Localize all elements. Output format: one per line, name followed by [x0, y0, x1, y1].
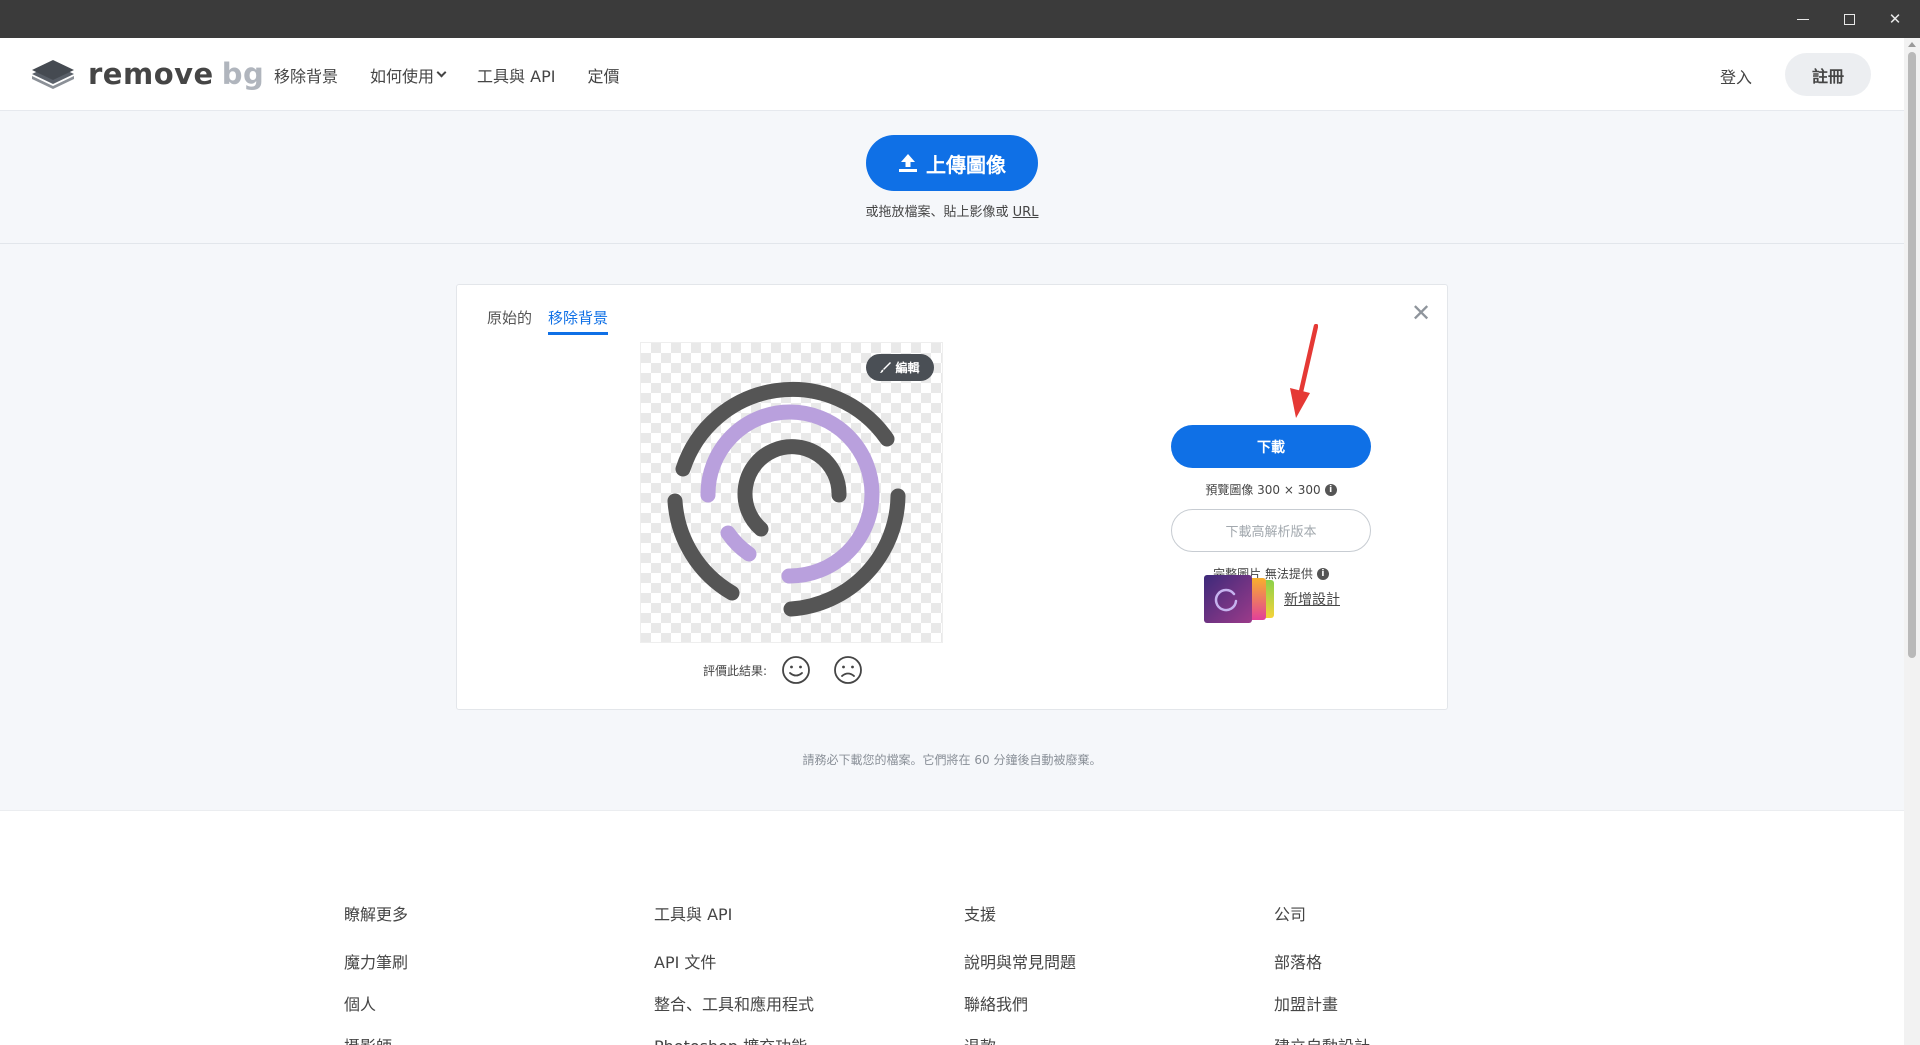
close-window-icon[interactable]: ✕	[1872, 0, 1918, 38]
page-viewport: remove bg 移除背景 如何使用 工具與 API 定價 登入 註冊 上傳圖像…	[0, 38, 1904, 1045]
nav-label: 如何使用	[370, 66, 435, 86]
download-hd-button[interactable]: 下載高解析版本	[1171, 509, 1371, 552]
site-footer: 瞭解更多 魔力筆刷 個人 攝影師 工具與 API API 文件 整合、工具和應用…	[0, 810, 1904, 1045]
upload-image-button[interactable]: 上傳圖像	[866, 135, 1038, 191]
design-thumbnail[interactable]	[1204, 575, 1276, 623]
info-icon[interactable]: i	[1324, 483, 1337, 496]
frown-icon[interactable]	[833, 655, 863, 685]
page-scrollbar[interactable]	[1904, 38, 1920, 1045]
preview-info: 預覽圖像 300 × 300 i	[1171, 481, 1371, 498]
footer-heading: 瞭解更多	[344, 905, 409, 924]
footer-link[interactable]: 魔力筆刷	[344, 949, 408, 973]
login-link[interactable]: 登入	[1720, 64, 1752, 88]
footer-link[interactable]: 個人	[344, 991, 408, 1015]
nav-pricing[interactable]: 定價	[587, 63, 619, 87]
result-tabs: 原始的 移除背景	[487, 307, 624, 335]
new-design-link[interactable]: 新增設計	[1284, 589, 1340, 609]
nav-tools-api[interactable]: 工具與 API	[477, 63, 555, 87]
rating-row: 評價此結果:	[703, 655, 885, 685]
logo-word-bg: bg	[221, 57, 265, 91]
footer-heading: 工具與 API	[654, 905, 733, 924]
download-button[interactable]: 下載	[1171, 425, 1371, 468]
url-link[interactable]: URL	[1013, 205, 1039, 220]
preview-info-text: 預覽圖像 300 × 300	[1205, 483, 1321, 497]
footer-column-learn-more: 瞭解更多 魔力筆刷 個人 攝影師	[344, 901, 408, 1045]
footer-link[interactable]: 聯絡我們	[964, 991, 1076, 1015]
edit-label: 編輯	[895, 361, 920, 375]
logo[interactable]: remove bg	[30, 56, 264, 92]
footer-link[interactable]: 加盟計畫	[1274, 991, 1370, 1015]
footer-link[interactable]: Photoshop 擴充功能	[654, 1033, 814, 1045]
nav-remove-background[interactable]: 移除背景	[274, 63, 338, 87]
logo-text: remove bg	[88, 57, 264, 91]
upload-hint: 或拖放檔案、貼上影像或 URL	[0, 201, 1904, 220]
signup-button[interactable]: 註冊	[1785, 53, 1871, 96]
nav-label: 移除背景	[274, 66, 339, 86]
new-design-row: 新增設計	[1204, 575, 1340, 623]
minimize-icon[interactable]	[1780, 0, 1826, 38]
logo-layers-icon	[32, 60, 74, 89]
footer-link[interactable]: 攝影師	[344, 1033, 408, 1045]
upload-icon	[899, 154, 917, 172]
main-nav: 移除背景 如何使用 工具與 API 定價	[274, 38, 651, 111]
window-titlebar: ✕	[0, 0, 1920, 38]
nav-label: 工具與 API	[477, 66, 556, 86]
scroll-up-icon[interactable]	[1908, 42, 1916, 47]
logo-word-remove: remove	[88, 57, 214, 91]
edit-button[interactable]: 編輯	[866, 354, 934, 381]
footer-column-support: 支援 說明與常見問題 聯絡我們 退款	[964, 901, 1076, 1045]
circular-logo-image	[667, 381, 906, 617]
footer-link[interactable]: 退款	[964, 1033, 1076, 1045]
result-preview-image: 編輯	[640, 342, 943, 643]
site-header: remove bg 移除背景 如何使用 工具與 API 定價 登入 註冊	[0, 38, 1904, 111]
nav-label: 定價	[587, 66, 620, 86]
close-icon[interactable]: ✕	[1411, 299, 1431, 327]
upload-section: 上傳圖像 或拖放檔案、貼上影像或 URL	[0, 112, 1904, 244]
footer-heading: 支援	[964, 905, 997, 924]
design-ring-icon	[1214, 588, 1238, 612]
footer-heading: 公司	[1274, 905, 1307, 924]
rating-label: 評價此結果:	[703, 663, 768, 678]
footer-link[interactable]: 部落格	[1274, 949, 1370, 973]
footer-column-company: 公司 部落格 加盟計畫 建立自動設計	[1274, 901, 1370, 1045]
red-arrow-annotation	[1290, 324, 1318, 418]
footer-link[interactable]: 建立自動設計	[1274, 1033, 1370, 1045]
footer-link[interactable]: 說明與常見問題	[964, 949, 1076, 973]
upload-hint-text: 或拖放檔案、貼上影像或	[865, 205, 1009, 220]
smile-icon[interactable]	[781, 655, 811, 685]
footer-column-tools-api: 工具與 API API 文件 整合、工具和應用程式 Photoshop 擴充功能	[654, 901, 814, 1045]
footer-link[interactable]: API 文件	[654, 949, 814, 973]
scroll-thumb[interactable]	[1908, 52, 1916, 658]
maximize-icon[interactable]	[1826, 0, 1872, 38]
chevron-down-icon	[436, 67, 447, 78]
expiry-notice: 請務必下載您的檔案。它們將在 60 分鐘後自動被廢棄。	[802, 753, 1102, 767]
nav-how-to-use[interactable]: 如何使用	[370, 63, 447, 87]
tab-removed-background[interactable]: 移除背景	[548, 307, 609, 335]
tab-original[interactable]: 原始的	[487, 307, 532, 335]
brush-icon	[880, 362, 892, 373]
footer-link[interactable]: 整合、工具和應用程式	[654, 991, 814, 1015]
upload-button-label: 上傳圖像	[926, 152, 1006, 177]
